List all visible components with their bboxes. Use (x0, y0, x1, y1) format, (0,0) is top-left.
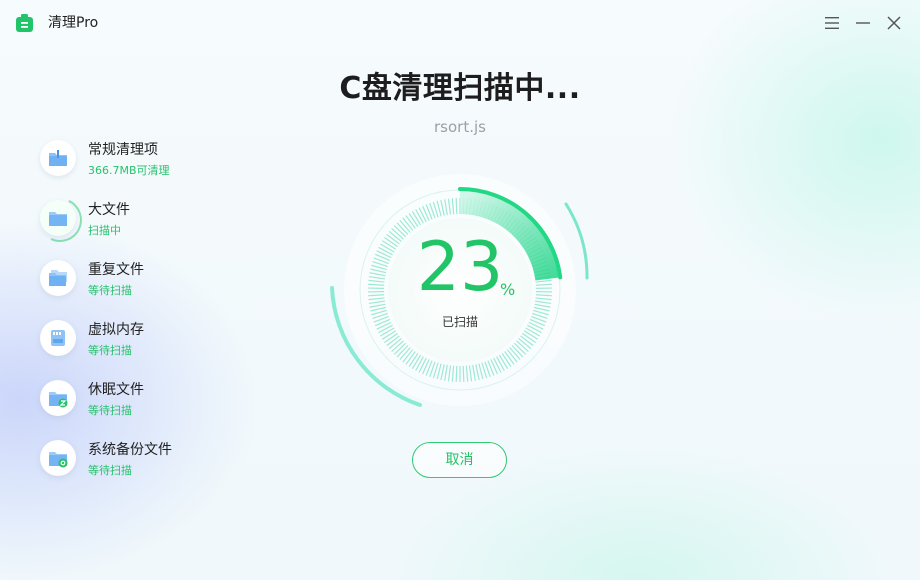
app-logo-icon (16, 14, 33, 32)
menu-icon[interactable] (823, 14, 841, 32)
scan-item-name: 系统备份文件 (88, 442, 172, 458)
scan-item-regular: 常规清理项 366.7MB可清理 (40, 140, 260, 186)
scan-item-name: 常规清理项 (88, 142, 158, 158)
sleep-folder-icon (40, 380, 76, 416)
app-title: 清理Pro (48, 15, 99, 31)
progress-unit: % (500, 280, 516, 299)
minimize-icon[interactable] (854, 14, 872, 32)
dial-tick (455, 365, 458, 382)
scan-item-name: 大文件 (88, 202, 130, 218)
scan-item-status: 等待扫描 (88, 404, 132, 417)
progress-percent: 23 (416, 228, 504, 307)
scan-item-name: 休眠文件 (88, 382, 144, 398)
broom-folder-icon (40, 140, 76, 176)
page-title: C盘清理扫描中... (339, 71, 581, 106)
progress-label: 已扫描 (441, 315, 478, 329)
dial-tick (455, 198, 458, 215)
scan-item-status: 等待扫描 (88, 464, 132, 477)
title-bar: 清理Pro (0, 0, 920, 46)
dial-tick (462, 365, 465, 382)
close-icon[interactable] (885, 14, 903, 32)
scan-item-status: 等待扫描 (88, 344, 132, 357)
scan-item-system-backup: 系统备份文件 等待扫描 (40, 440, 260, 486)
scan-item-hibernation-files: 休眠文件 等待扫描 (40, 380, 260, 426)
backup-folder-icon (40, 440, 76, 476)
scan-item-status: 366.7MB可清理 (88, 164, 170, 177)
cancel-button[interactable]: 取消 (412, 442, 507, 478)
current-file-name: rsort.js (434, 118, 486, 136)
